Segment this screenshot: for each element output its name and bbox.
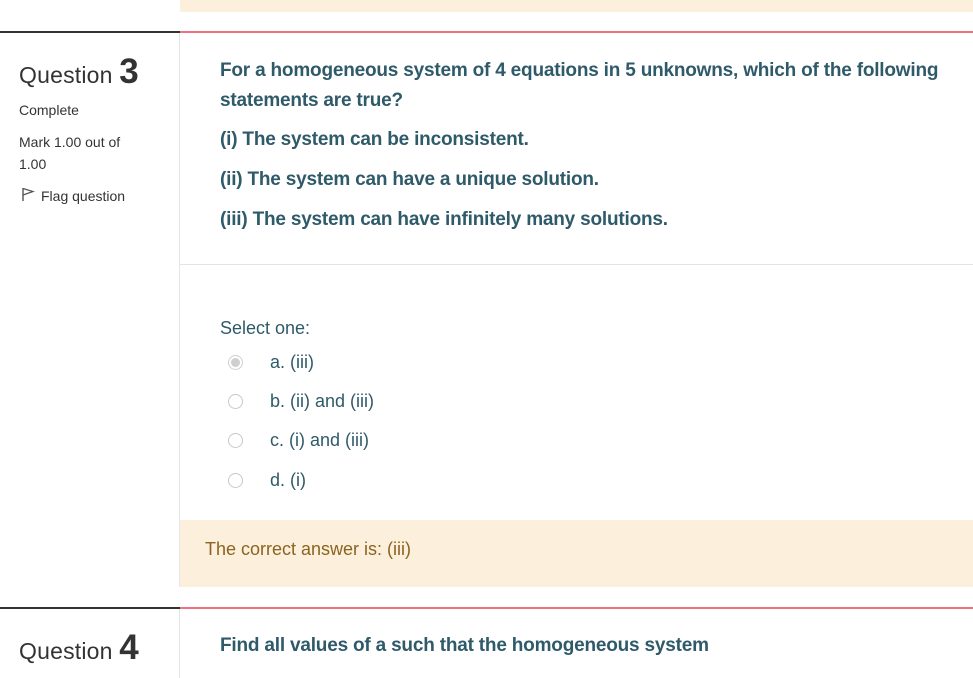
answer-option-label[interactable]: b. (ii) and (iii) xyxy=(270,391,374,412)
question-3-divider-right xyxy=(180,31,973,33)
select-one-prompt: Select one: xyxy=(220,318,311,338)
question-label: Question xyxy=(19,62,113,88)
statement-ii: (ii) The system can have a unique soluti… xyxy=(220,169,599,190)
question-content-divider xyxy=(180,264,973,265)
answer-option-d[interactable]: d. (i) xyxy=(220,470,306,491)
previous-feedback-box xyxy=(180,0,973,12)
flag-question-label: Flag question xyxy=(41,188,126,204)
question-3-sidebar-divider xyxy=(179,33,180,587)
question-mark-total: 1.00 xyxy=(19,156,47,172)
statement-iii: (iii) The system can have infinitely man… xyxy=(220,209,668,230)
feedback-box: The correct answer is: (iii) xyxy=(180,520,973,587)
question-4-heading: Question 4 xyxy=(19,628,139,668)
flag-icon xyxy=(21,187,35,205)
answer-option-a[interactable]: a. (iii) xyxy=(220,352,314,373)
statement-i: (i) The system can be inconsistent. xyxy=(220,129,529,150)
answer-option-b[interactable]: b. (ii) and (iii) xyxy=(220,391,374,412)
radio-button-b[interactable] xyxy=(228,394,243,409)
correct-answer-text: The correct answer is: (iii) xyxy=(205,539,412,559)
question-3-divider-left xyxy=(0,31,180,33)
radio-button-a[interactable] xyxy=(228,355,243,370)
question-number: 3 xyxy=(119,52,139,91)
answer-option-c[interactable]: c. (i) and (iii) xyxy=(220,430,369,451)
question-4-divider-right xyxy=(180,607,973,609)
radio-button-d[interactable] xyxy=(228,473,243,488)
question-4-text: Find all values of a such that the homog… xyxy=(220,635,709,656)
question-label: Question xyxy=(19,638,113,664)
answer-option-label[interactable]: c. (i) and (iii) xyxy=(270,430,369,451)
question-number: 4 xyxy=(119,628,139,667)
question-text-line-2: statements are true? xyxy=(220,90,403,111)
question-4-divider-left xyxy=(0,607,180,609)
radio-button-c[interactable] xyxy=(228,433,243,448)
question-text-line-1: For a homogeneous system of 4 equations … xyxy=(220,60,939,81)
question-4-sidebar-divider xyxy=(179,609,180,678)
flag-question-link[interactable]: Flag question xyxy=(21,187,125,205)
answer-option-label[interactable]: a. (iii) xyxy=(270,352,314,373)
answer-option-label[interactable]: d. (i) xyxy=(270,470,306,491)
question-state: Complete xyxy=(19,102,79,118)
question-mark: Mark 1.00 out of xyxy=(19,134,121,150)
question-3-heading: Question 3 xyxy=(19,52,139,92)
